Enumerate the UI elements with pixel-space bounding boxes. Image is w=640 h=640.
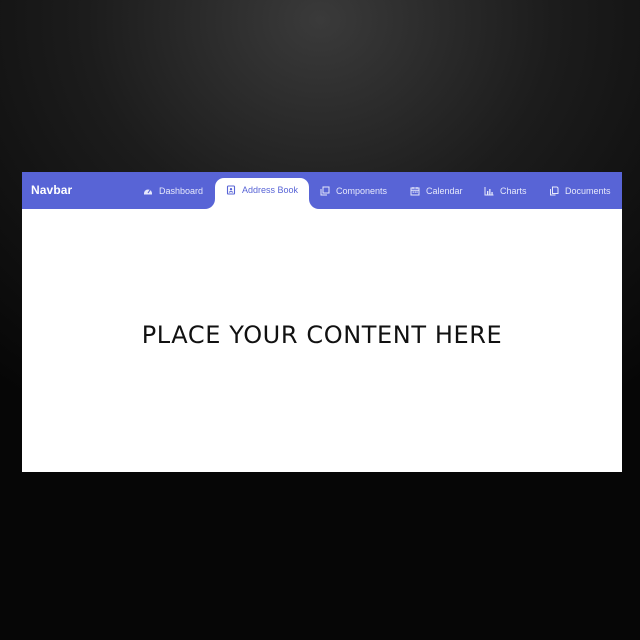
nav-item-address-book[interactable]: Address Book [215, 178, 310, 209]
nav-item-documents[interactable]: Documents [549, 172, 611, 209]
dashboard-icon [143, 186, 153, 196]
content-placeholder: PLACE YOUR CONTENT HERE [141, 320, 503, 349]
components-icon [320, 186, 330, 196]
nav-item-label: Dashboard [159, 185, 204, 196]
nav-item-label: Charts [500, 185, 527, 196]
navbar: Navbar Dashboard Address Book Components… [22, 172, 622, 209]
bar-chart-icon [484, 186, 494, 196]
nav-item-components[interactable]: Components [320, 172, 387, 209]
nav-item-calendar[interactable]: Calendar [410, 172, 463, 209]
nav-item-dashboard[interactable]: Dashboard [143, 172, 203, 209]
nav-item-label: Components [336, 185, 388, 196]
documents-icon [549, 186, 559, 196]
calendar-icon [410, 186, 420, 196]
main-content: PLACE YOUR CONTENT HERE [22, 209, 622, 472]
nav-item-label: Address Book [242, 185, 299, 195]
nav-item-label: Documents [565, 185, 611, 196]
app-window: Navbar Dashboard Address Book Components… [22, 172, 622, 472]
nav-item-charts[interactable]: Charts [484, 172, 527, 209]
navbar-brand[interactable]: Navbar [31, 172, 72, 209]
nav-item-label: Calendar [426, 185, 463, 196]
address-book-icon [226, 185, 236, 195]
